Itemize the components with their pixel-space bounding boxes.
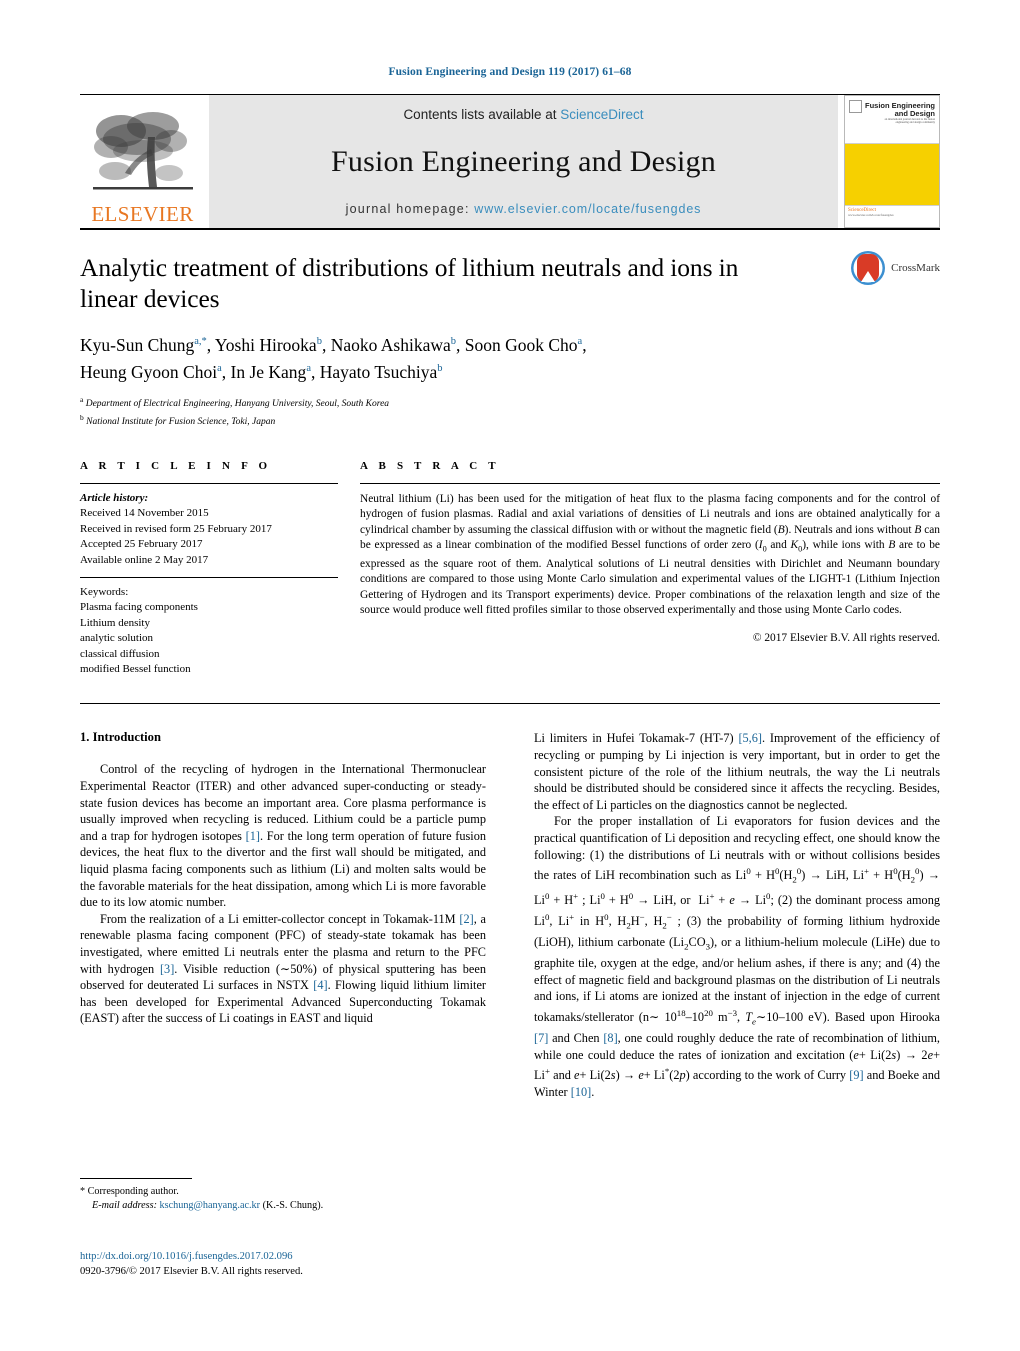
- citation-ref[interactable]: [2]: [459, 912, 473, 926]
- keyword-item: classical diffusion: [80, 647, 160, 660]
- crossmark-icon: [851, 251, 886, 285]
- author-affil-mark: b: [450, 336, 456, 347]
- journal-cover-thumbnail: Fusion Engineering and Design an interna…: [844, 95, 940, 228]
- author-affil-mark: a: [217, 362, 222, 374]
- email-line: E-mail address: kschung@hanyang.ac.kr (K…: [80, 1199, 486, 1213]
- contents-prefix: Contents lists available at: [403, 107, 561, 122]
- affiliations: a Department of Electrical Engineering, …: [80, 393, 940, 430]
- paragraph: From the realization of a Li emitter-col…: [80, 911, 487, 1026]
- footnote-block: * Corresponding author. E-mail address: …: [80, 1178, 486, 1213]
- keyword-item: analytic solution: [80, 632, 154, 645]
- citation-ref[interactable]: [10]: [571, 1085, 592, 1099]
- citation-ref[interactable]: [7]: [534, 1031, 548, 1045]
- running-head: Fusion Engineering and Design 119 (2017)…: [388, 66, 632, 78]
- column-gap: [338, 460, 360, 677]
- article-info-column: A R T I C L E I N F O Article history: R…: [80, 460, 338, 677]
- keyword-item: Lithium density: [80, 616, 150, 629]
- body-column-right: Li limiters in Hufei Tokamak-7 (HT-7) [5…: [534, 730, 940, 1100]
- cover-title: Fusion Engineering and Design: [865, 102, 935, 118]
- masthead-center-band: Contents lists available at ScienceDirec…: [209, 95, 838, 228]
- citation-ref[interactable]: [4]: [313, 978, 327, 992]
- affiliation-a-text: Department of Electrical Engineering, Ha…: [85, 398, 390, 409]
- keywords-label: Keywords:: [80, 586, 129, 598]
- affiliation-mark-b: b: [80, 413, 84, 423]
- abstract-column: A B S T R A C T Neutral lithium (Li) has…: [360, 460, 940, 677]
- section-heading-introduction: 1. Introduction: [80, 730, 161, 745]
- cover-yellow-field: [845, 144, 939, 205]
- history-item: Available online 2 May 2017: [80, 553, 209, 566]
- elsevier-logo: ELSEVIER: [80, 95, 205, 228]
- author-affil-mark: a: [306, 362, 311, 374]
- info-abstract-section: A R T I C L E I N F O Article history: R…: [80, 460, 940, 677]
- elsevier-wordmark: ELSEVIER: [91, 202, 194, 226]
- paragraph: Control of the recycling of hydrogen in …: [80, 762, 486, 910]
- affiliation-mark-a: a: [80, 394, 84, 404]
- doi-block: http://dx.doi.org/10.1016/j.fusengdes.20…: [80, 1249, 303, 1279]
- cover-footer: ScienceDirect www.elsevier.com/locate/fu…: [845, 205, 939, 227]
- keyword-item: modified Bessel function: [80, 663, 191, 676]
- corresponding-author-line: * Corresponding author.: [80, 1186, 179, 1197]
- section-divider-rule: [80, 703, 940, 705]
- body-column-gap: [486, 730, 534, 1100]
- footnote-rule: [80, 1178, 192, 1179]
- article-info-heading: A R T I C L E I N F O: [80, 459, 272, 472]
- citation-ref[interactable]: [9]: [849, 1068, 863, 1082]
- citation-ref[interactable]: [1]: [246, 829, 260, 843]
- contents-list-line: Contents lists available at ScienceDirec…: [403, 107, 643, 122]
- sciencedirect-link[interactable]: ScienceDirect: [560, 107, 643, 122]
- homepage-prefix: journal homepage:: [345, 202, 475, 216]
- cover-stamp-icon: [849, 100, 862, 113]
- body-columns: 1. Introduction Control of the recycling…: [80, 730, 940, 1100]
- article-history: Article history: Received 14 November 20…: [80, 484, 338, 568]
- crossmark-label: CrossMark: [891, 262, 940, 274]
- cover-footer-url: www.elsevier.com/locate/fusengdes: [848, 213, 894, 217]
- keyword-item: Plasma facing components: [80, 601, 198, 614]
- author-list: Kyu-Sun Chunga,*, Yoshi Hirookab, Naoko …: [80, 334, 587, 382]
- corresponding-author-note: * Corresponding author. E-mail address: …: [80, 1185, 486, 1213]
- doi-link[interactable]: http://dx.doi.org/10.1016/j.fusengdes.20…: [80, 1249, 303, 1264]
- author-affil-mark: b: [437, 362, 443, 374]
- keywords-list: Keywords: Plasma facing components Lithi…: [80, 578, 338, 677]
- abstract-copyright: © 2017 Elsevier B.V. All rights reserved…: [752, 631, 940, 644]
- history-item: Accepted 25 February 2017: [80, 538, 203, 551]
- paragraph: Li limiters in Hufei Tokamak-7 (HT-7) [5…: [534, 731, 940, 812]
- email-label: E-mail address:: [92, 1200, 157, 1211]
- author-affil-mark: b: [316, 336, 322, 347]
- cover-subtitle: an international journal devoted to the …: [884, 118, 935, 125]
- abstract-text: Neutral lithium (Li) has been used for t…: [360, 492, 940, 617]
- history-item: Received 14 November 2015: [80, 507, 209, 520]
- cover-title-line2: and Design: [894, 109, 935, 118]
- journal-homepage-line: journal homepage: www.elsevier.com/locat…: [346, 202, 702, 216]
- elsevier-tree-icon: [92, 112, 193, 190]
- article-history-label: Article history:: [80, 491, 149, 504]
- author-affil-mark: a,*: [194, 336, 207, 347]
- title-block: CrossMark Analytic treatment of distribu…: [80, 230, 940, 430]
- abstract-heading: A B S T R A C T: [360, 459, 500, 472]
- issn-copyright-line: 0920-3796/© 2017 Elsevier B.V. All right…: [80, 1266, 303, 1277]
- citation-ref[interactable]: [5,6]: [738, 731, 762, 745]
- cover-top-band: Fusion Engineering and Design an interna…: [845, 96, 939, 144]
- email-link[interactable]: kschung@hanyang.ac.kr: [160, 1200, 260, 1211]
- citation-ref[interactable]: [3]: [160, 962, 174, 976]
- body-column-left: 1. Introduction Control of the recycling…: [80, 730, 486, 1100]
- paper-page: Fusion Engineering and Design 119 (2017)…: [0, 0, 1020, 1351]
- citation-ref[interactable]: [8]: [603, 1031, 617, 1045]
- paragraph: For the proper installation of Li evapor…: [534, 814, 941, 1099]
- affiliation-b-text: National Institute for Fusion Science, T…: [86, 417, 276, 428]
- author-affil-mark: a: [577, 336, 583, 347]
- journal-homepage-link[interactable]: www.elsevier.com/locate/fusengdes: [474, 202, 701, 216]
- crossmark-badge[interactable]: CrossMark: [850, 250, 940, 286]
- page-title: Analytic treatment of distributions of l…: [80, 253, 739, 313]
- journal-masthead: ELSEVIER Contents lists available at Sci…: [80, 94, 940, 228]
- journal-title: Fusion Engineering and Design: [331, 145, 716, 178]
- history-item: Received in revised form 25 February 201…: [80, 522, 272, 535]
- affiliation-b: b National Institute for Fusion Science,…: [80, 411, 940, 430]
- affiliation-a: a Department of Electrical Engineering, …: [80, 393, 940, 412]
- email-suffix: (K.-S. Chung).: [262, 1200, 324, 1211]
